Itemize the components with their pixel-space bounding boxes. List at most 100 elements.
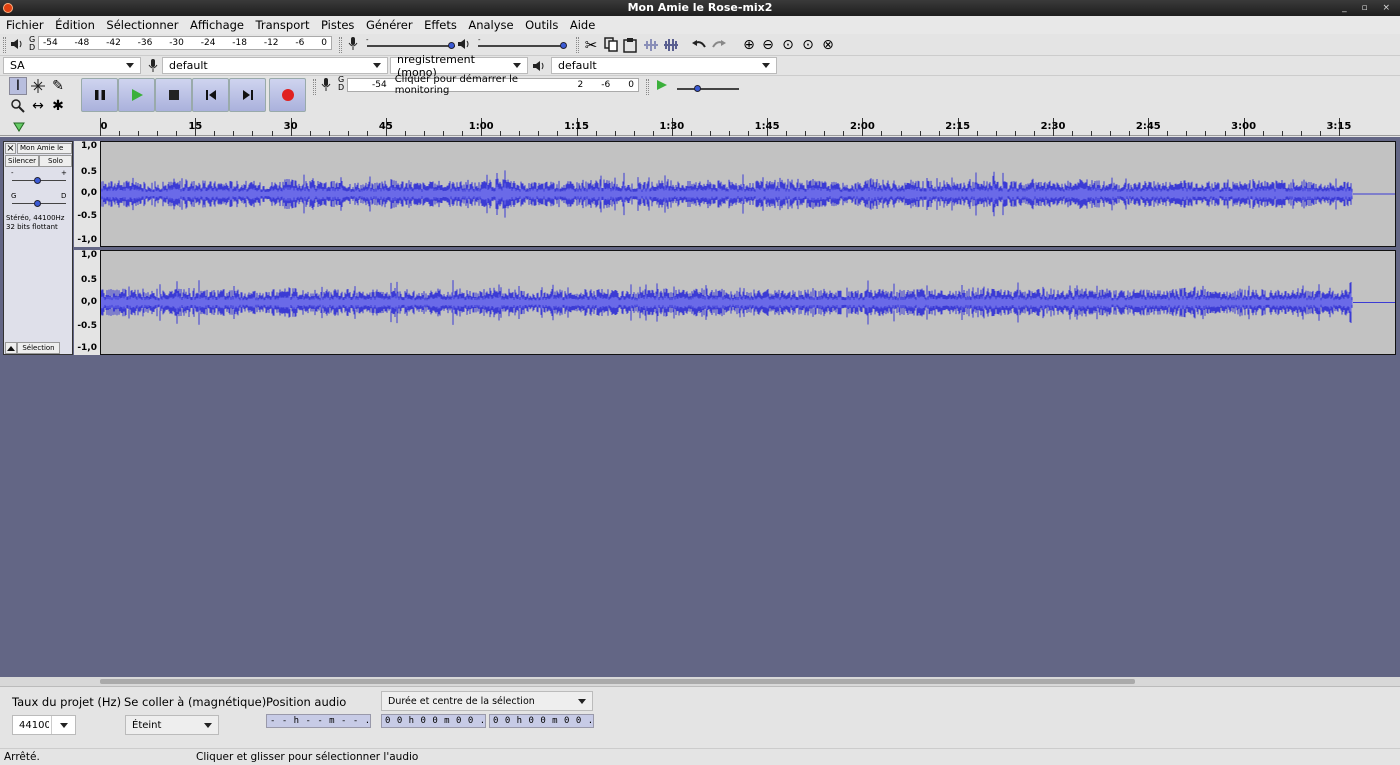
menu-select[interactable]: Sélectionner xyxy=(106,18,178,32)
time-shift-tool-icon[interactable]: ↔ xyxy=(29,97,47,115)
meter-tick: -6 xyxy=(295,38,305,48)
zoom-tool-icon[interactable] xyxy=(9,97,27,115)
skip-to-start-button[interactable] xyxy=(192,78,229,112)
record-meter-channels: G D xyxy=(338,75,345,92)
play-speed-slider[interactable] xyxy=(677,88,739,90)
menu-analyze[interactable]: Analyse xyxy=(468,18,513,32)
record-meter[interactable]: -54 Cliquer pour démarrer le monitoring … xyxy=(347,74,639,96)
selection-mode-dropdown[interactable]: Durée et centre de la sélection xyxy=(381,691,593,711)
play-speed-knob[interactable] xyxy=(694,85,701,92)
collapse-icon[interactable] xyxy=(5,342,17,354)
skip-to-end-button[interactable] xyxy=(229,78,266,112)
selection-start-time[interactable]: 0 0 h 0 0 m 0 0 . 0 0 0 s xyxy=(381,714,486,728)
rate-dropdown-button[interactable] xyxy=(51,716,75,734)
timeline-minor-tick xyxy=(214,131,216,136)
pause-button[interactable] xyxy=(81,78,118,112)
multi-tool-icon[interactable]: ✱ xyxy=(49,97,67,115)
microphone-icon[interactable] xyxy=(319,77,333,93)
recording-device-dropdown[interactable]: default xyxy=(162,57,388,74)
envelope-tool-icon[interactable] xyxy=(29,77,47,95)
timeline-ruler[interactable]: 0 15 30 45 1:00 1:15 1:30 1:45 2:00 2:15 2:30 2:45 3… xyxy=(0,118,1400,136)
channels-dropdown[interactable]: nregistrement (mono) xyxy=(390,53,528,79)
window-controls[interactable]: _ ▫ × xyxy=(1342,0,1396,16)
menu-edit[interactable]: Édition xyxy=(55,18,95,32)
timeline-minor-tick xyxy=(690,131,692,136)
select-track-button[interactable]: Sélection xyxy=(17,342,60,354)
chevron-down-icon xyxy=(59,722,68,728)
timeline-minor-tick xyxy=(595,131,597,136)
timeline-label: 2:30 xyxy=(1040,121,1066,132)
project-rate-combo[interactable]: 44100 xyxy=(12,715,76,735)
cut-icon[interactable]: ✂ xyxy=(582,36,600,54)
snap-dropdown[interactable]: Éteint xyxy=(125,715,219,735)
record-volume-knob[interactable] xyxy=(448,42,455,49)
menu-transport[interactable]: Transport xyxy=(256,18,310,32)
zoom-toggle-icon[interactable]: ⊗ xyxy=(819,36,837,54)
waveform-left-channel[interactable] xyxy=(100,141,1396,247)
close-icon[interactable]: × xyxy=(5,143,16,154)
menu-file[interactable]: Fichier xyxy=(6,18,44,32)
playback-volume-slider[interactable] xyxy=(478,45,566,47)
snap-value: Éteint xyxy=(132,719,162,731)
zoom-out-icon[interactable]: ⊖ xyxy=(759,36,777,54)
playback-volume-knob[interactable] xyxy=(560,42,567,49)
audio-position-time[interactable]: - - h - - m - - . - - - s xyxy=(266,714,371,728)
meter-tick: -6 xyxy=(601,80,611,90)
track-format: Stéréo, 44100Hz xyxy=(6,214,65,222)
selection-end-time[interactable]: 0 0 h 0 0 m 0 0 . 0 0 0 s xyxy=(489,714,594,728)
meter-tick: -18 xyxy=(232,38,247,48)
menu-effects[interactable]: Effets xyxy=(424,18,457,32)
selection-tool-icon[interactable]: I xyxy=(9,77,27,95)
host-dropdown[interactable]: SA xyxy=(3,57,141,74)
gain-knob[interactable] xyxy=(34,177,41,184)
window-title-bar[interactable]: Mon Amie le Rose-mix2 xyxy=(0,0,1400,16)
timeline-label: 3:15 xyxy=(1326,121,1352,132)
copy-icon[interactable] xyxy=(602,36,620,54)
waveform-right-channel[interactable] xyxy=(100,250,1396,355)
meter-tick: -54 xyxy=(43,38,58,48)
play-at-speed-icon[interactable] xyxy=(654,77,670,93)
toolbar-grip[interactable] xyxy=(646,79,649,95)
track-name-menu[interactable]: Mon Amie le xyxy=(17,143,72,154)
stop-button[interactable] xyxy=(155,78,192,112)
paste-icon[interactable] xyxy=(621,36,639,54)
timeline-minor-tick xyxy=(1091,131,1093,136)
fit-project-icon[interactable]: ⊙ xyxy=(799,36,817,54)
toolbar-grip[interactable] xyxy=(576,37,579,53)
fit-selection-icon[interactable]: ⊙ xyxy=(779,36,797,54)
pin-icon[interactable] xyxy=(12,120,26,134)
draw-tool-icon[interactable]: ✎ xyxy=(49,77,67,95)
ruler-label: 0.5 xyxy=(81,167,97,177)
record-button[interactable] xyxy=(269,78,306,112)
pause-icon xyxy=(94,90,105,100)
solo-button[interactable]: Solo xyxy=(39,155,72,167)
trim-audio-icon[interactable] xyxy=(642,36,660,54)
track-name: Mon Amie le xyxy=(20,144,64,152)
timeline-minor-tick xyxy=(728,131,730,136)
timeline-minor-tick xyxy=(881,131,883,136)
record-volume-slider[interactable] xyxy=(367,45,455,47)
horizontal-scrollbar-thumb[interactable] xyxy=(100,679,1135,684)
playback-meter[interactable]: -54 -48 -42 -36 -30 -24 -18 -12 -6 0 xyxy=(38,36,332,50)
toolbar-grip[interactable] xyxy=(3,37,6,53)
pan-knob[interactable] xyxy=(34,200,41,207)
speaker-icon[interactable] xyxy=(9,36,25,52)
toolbar-grip[interactable] xyxy=(339,37,342,53)
silence-audio-icon[interactable] xyxy=(662,36,680,54)
play-button[interactable] xyxy=(118,78,155,112)
timeline-minor-tick xyxy=(157,131,159,136)
track-control-panel: × Mon Amie le Silencer Solo - + G D Stér… xyxy=(3,141,73,355)
zoom-in-icon[interactable]: ⊕ xyxy=(740,36,758,54)
undo-icon[interactable] xyxy=(690,36,708,54)
mute-button[interactable]: Silencer xyxy=(5,155,39,167)
toolbar-grip[interactable] xyxy=(313,79,316,95)
redo-icon[interactable] xyxy=(710,36,728,54)
menu-tools[interactable]: Outils xyxy=(525,18,558,32)
menu-generate[interactable]: Générer xyxy=(366,18,413,32)
menu-tracks[interactable]: Pistes xyxy=(321,18,354,32)
menu-help[interactable]: Aide xyxy=(570,18,595,32)
playback-device-dropdown[interactable]: default xyxy=(551,57,777,74)
menu-view[interactable]: Affichage xyxy=(190,18,244,32)
chevron-down-icon xyxy=(513,63,521,68)
project-rate-label: Taux du projet (Hz) xyxy=(12,695,122,709)
